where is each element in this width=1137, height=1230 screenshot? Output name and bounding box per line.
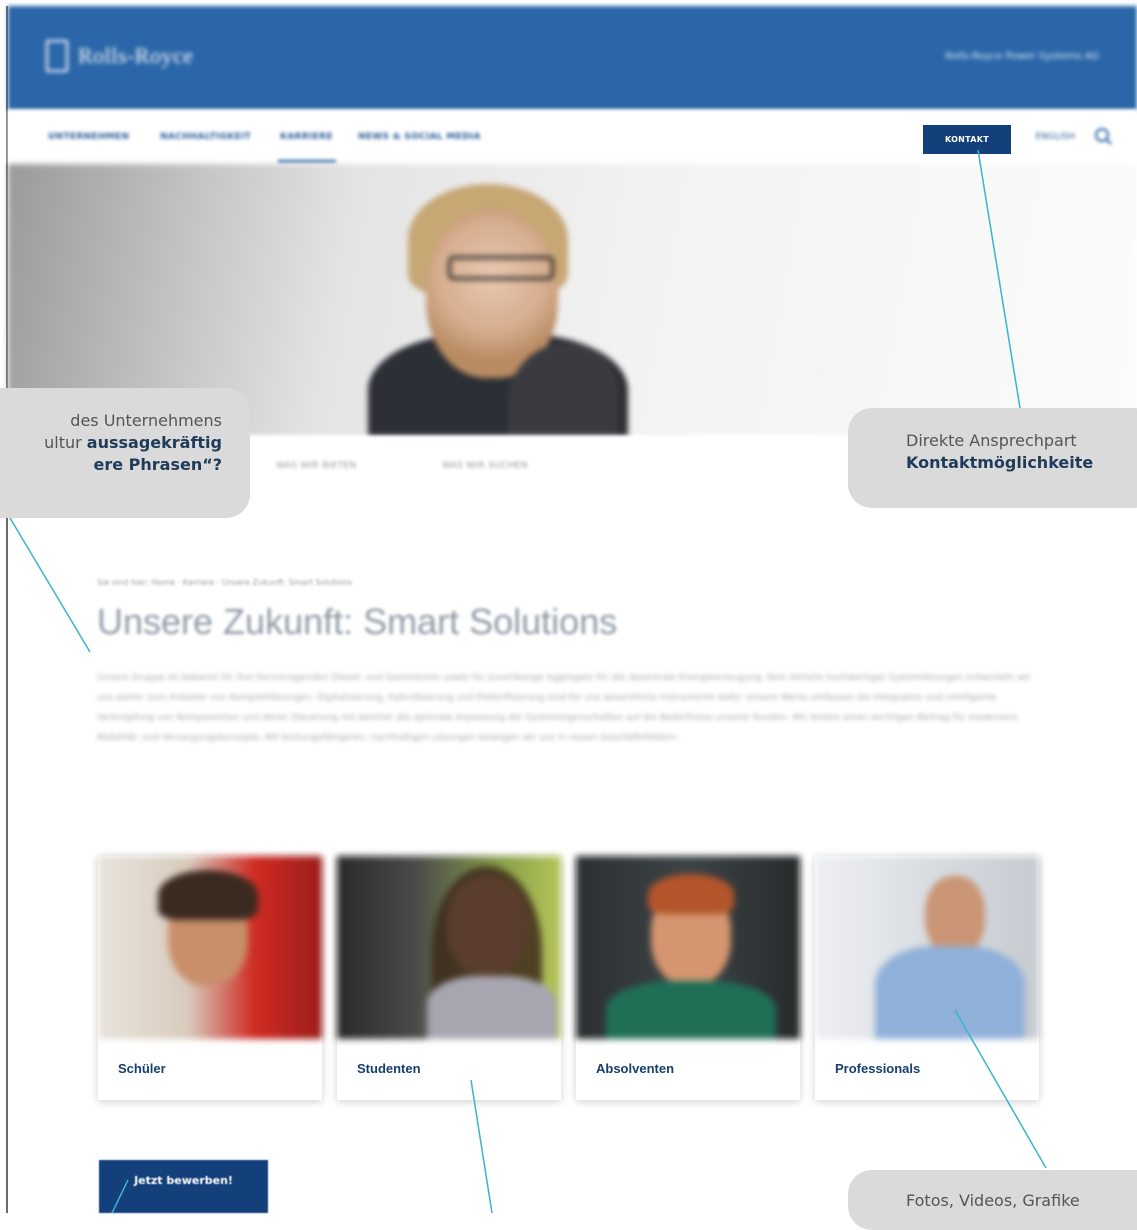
intro-text: Unsere Gruppe ist bekannt für ihre hervo… xyxy=(97,673,1031,743)
page-title: Unsere Zukunft: Smart Solutions xyxy=(97,601,618,642)
card-absolventen[interactable]: Absolventen xyxy=(576,856,800,1100)
search-icon[interactable] xyxy=(1095,128,1109,142)
breadcrumb[interactable]: Sie sind hier: Home · Karriere · Unsere … xyxy=(97,578,352,587)
card-professionals[interactable]: Professionals xyxy=(815,856,1039,1100)
card-image-studenten xyxy=(337,856,561,1039)
callout-culture-line2: ultur xyxy=(44,433,87,452)
site-header: Rolls-Royce Rolls-Royce Power Systems AG xyxy=(8,6,1137,110)
card-image-professionals xyxy=(815,856,1039,1039)
nav-item-karriere[interactable]: KARRIERE xyxy=(280,132,333,142)
company-name[interactable]: Rolls-Royce Power Systems AG xyxy=(945,51,1099,62)
brand-name: Rolls-Royce xyxy=(78,43,194,68)
card-label-professionals: Professionals xyxy=(835,1061,921,1076)
callout-contact-line1: Direkte Ansprechpart xyxy=(906,431,1077,450)
nav-item-news[interactable]: NEWS & SOCIAL MEDIA xyxy=(358,132,481,142)
nav-item-nachhaltigkeit[interactable]: NACHHALTIGKEIT xyxy=(160,132,251,142)
callout-contact: Direkte Ansprechpart Kontaktmöglichkeite xyxy=(848,408,1137,508)
card-label-schueler: Schüler xyxy=(118,1061,166,1076)
callout-culture-line3: ere Phrasen“? xyxy=(93,455,222,474)
callout-culture: des Unternehmens ultur aussagekräftig er… xyxy=(0,388,250,518)
hero-glasses xyxy=(448,256,554,280)
language-switch[interactable]: ENGLISH xyxy=(1035,132,1075,142)
brand-logo[interactable]: Rolls-Royce xyxy=(46,40,194,72)
card-image-absolventen xyxy=(576,856,800,1039)
callout-culture-line1: des Unternehmens xyxy=(70,411,222,430)
card-label-absolventen: Absolventen xyxy=(596,1061,675,1076)
subnav-was-wir-suchen[interactable]: WAS WIR SUCHEN xyxy=(442,461,528,471)
apply-button[interactable]: Jetzt bewerben! xyxy=(99,1160,268,1213)
nav-active-indicator xyxy=(278,160,336,163)
callout-contact-bold: Kontaktmöglichkeite xyxy=(906,453,1094,472)
callout-media-line1: Fotos, Videos, Grafike xyxy=(906,1191,1080,1210)
callout-media: Fotos, Videos, Grafike xyxy=(848,1170,1137,1230)
card-label-studenten: Studenten xyxy=(357,1061,421,1076)
card-studenten[interactable]: Studenten xyxy=(337,856,561,1100)
rr-monogram-icon xyxy=(46,40,68,72)
card-schueler[interactable]: Schüler xyxy=(98,856,322,1100)
nav-item-unternehmen[interactable]: UNTERNEHMEN xyxy=(48,132,129,142)
card-image-schueler xyxy=(98,856,322,1039)
subnav-was-wir-bieten[interactable]: WAS WIR BIETEN xyxy=(276,461,356,471)
callout-culture-bold: aussagekräftig xyxy=(86,433,222,452)
kontakt-button[interactable]: KONTAKT xyxy=(923,125,1011,154)
